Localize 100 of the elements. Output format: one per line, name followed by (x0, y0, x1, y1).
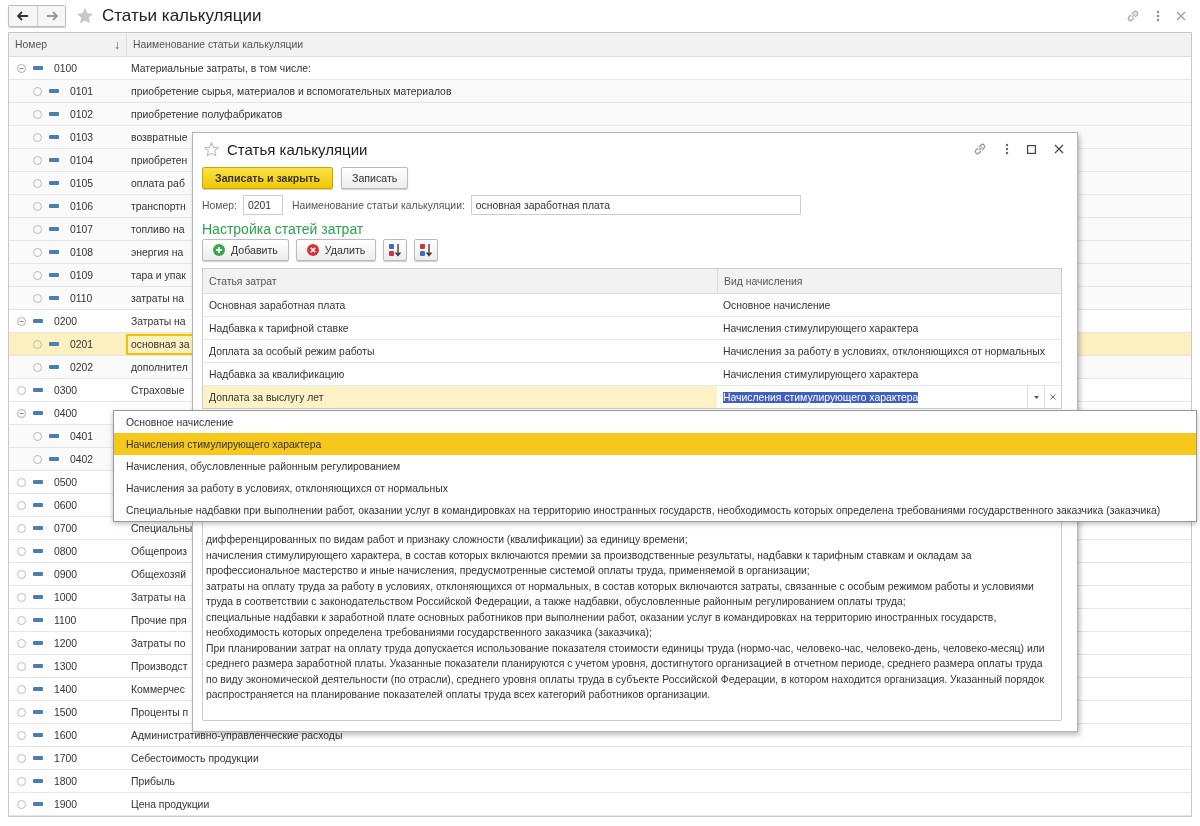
item-dash-icon (33, 66, 43, 70)
list-row[interactable]: 0102 приобретение полуфабрикатов (9, 103, 1191, 126)
item-dash-icon (33, 388, 43, 392)
leaf-circle-icon (33, 155, 42, 165)
number-field[interactable]: 0201 (242, 195, 283, 215)
column-header[interactable]: Наименование статьи калькуляции (126, 33, 1191, 56)
item-dash-icon (49, 342, 59, 346)
item-name: топливо на (130, 222, 186, 237)
item-dash-icon (49, 135, 59, 139)
item-code: 0104 (70, 154, 94, 166)
section-title: Настройка статей затрат (202, 221, 365, 237)
save-button[interactable]: Записать (341, 167, 409, 189)
delete-button[interactable]: Удалить (295, 239, 377, 261)
column-header[interactable]: Номер ↓ (9, 33, 126, 56)
item-dash-icon (33, 641, 43, 645)
dropdown-option[interactable]: Начисления, обусловленные районным регулированием (114, 455, 1196, 477)
leaf-circle-icon (17, 615, 26, 625)
clear-icon (1050, 394, 1056, 400)
item-name: приобретение сырья, материалов и вспомогательных материалов (130, 84, 453, 99)
save-and-close-button[interactable]: Записать и закрыть (202, 167, 333, 189)
collapse-icon[interactable] (17, 316, 26, 326)
item-dash-icon (33, 319, 43, 323)
item-dash-icon (33, 480, 43, 484)
leaf-circle-icon (33, 178, 42, 188)
dropdown-option[interactable]: Начисления стимулирующего характера (114, 433, 1196, 455)
description-paragraph: специальные надбавки к заработной плате основных работников при выполнении работ, оказании услуг в командировках на территорию иностранных государств, необходимость которых определена требованиями государственного заказчика (заказчика); (206, 610, 998, 640)
list-row[interactable]: 1800 Прибыль (9, 770, 1191, 793)
item-name: энергия на (130, 245, 185, 260)
item-code: 0102 (70, 108, 94, 120)
link-icon[interactable] (973, 142, 987, 156)
star-icon[interactable] (204, 141, 219, 157)
item-code: 0600 (54, 499, 78, 511)
leaf-circle-icon (17, 684, 26, 694)
name-field[interactable]: основная заработная плата (470, 195, 801, 215)
description-paragraph: начисления стимулирующего характера, в состав которых включаются премии за производственные результаты, надбавки к тарифным ставкам и окладам за профессиональное мастерство и иные начисления, предусмотренные системой оплаты труда, применяемой в организации; (206, 548, 973, 578)
dropdown-option[interactable]: Начисления за работу в условиях, отклоняющихся от нормальных (114, 477, 1196, 499)
item-code: 1700 (54, 752, 78, 764)
item-name: Прочие пря (130, 613, 188, 628)
link-icon[interactable] (1126, 9, 1140, 23)
item-name: затраты на (130, 291, 186, 306)
leaf-circle-icon (33, 109, 42, 119)
item-name: Затраты на (130, 590, 187, 605)
dropdown-option[interactable]: Основное начисление (114, 411, 1196, 433)
leaf-circle-icon (33, 201, 42, 211)
item-code: 0110 (70, 292, 93, 304)
item-dash-icon (33, 779, 43, 783)
maximize-icon[interactable] (1027, 144, 1036, 154)
page-title: Статьи калькуляции (102, 6, 262, 26)
sort-ascending-button[interactable] (383, 239, 408, 261)
item-dash-icon (33, 526, 43, 530)
item-dash-icon (33, 687, 43, 691)
field-label: Номер: (202, 199, 237, 211)
dialog-title: Статья калькуляции (227, 140, 368, 158)
collapse-icon[interactable] (17, 63, 26, 73)
add-button[interactable]: Добавить (202, 239, 289, 261)
item-code: 0101 (70, 85, 94, 97)
leaf-circle-icon (17, 546, 26, 556)
item-name: Коммерчес (130, 682, 186, 697)
item-dash-icon (49, 89, 59, 93)
accrual-edit-field[interactable]: Начисления стимулирующего характера (717, 386, 1061, 408)
close-icon[interactable] (1054, 144, 1064, 154)
dropdown-option[interactable]: Специальные надбавки при выполнении работ, оказании услуг в командировках на территорию иностранных государств, необходимость которых определена требованиями государственного заказчика (заказчика) (114, 499, 1196, 521)
list-row[interactable]: 1700 Себестоимость продукции (9, 747, 1191, 770)
list-row[interactable]: 1900 Цена продукции (9, 793, 1191, 816)
sort-descending-button[interactable] (414, 239, 439, 261)
list-row[interactable]: 0101 приобретение сырья, материалов и вспомогательных материалов (9, 80, 1191, 103)
column-header[interactable]: Статья затрат (203, 269, 717, 293)
item-name: Специальны (130, 521, 194, 536)
item-code: 0108 (70, 246, 94, 258)
table-row[interactable]: Доплата за выслугу лет Начисления стимулирующего характера (203, 386, 1061, 408)
table-cell: Начисления стимулирующего характера (723, 368, 919, 380)
item-name: возвратные (130, 130, 189, 145)
table-cell: Основная заработная плата (209, 299, 346, 311)
item-code: 1800 (54, 775, 78, 787)
item-name: Проценты п (130, 705, 190, 720)
item-dash-icon (49, 181, 59, 185)
item-dash-icon (49, 273, 59, 277)
column-header[interactable]: Вид начисления (717, 269, 1061, 293)
table-row[interactable]: Доплата за особый режим работы Начисления за работу в условиях, отклоняющихся от нормальных (203, 340, 1061, 363)
item-code: 0107 (70, 223, 94, 235)
table-row[interactable]: Надбавка к тарифной ставке Начисления стимулирующего характера (203, 317, 1061, 340)
more-icon[interactable] (1005, 143, 1009, 155)
leaf-circle-icon (17, 523, 26, 533)
item-code: 0400 (54, 407, 78, 419)
leaf-circle-icon (17, 638, 26, 648)
back-button[interactable] (9, 6, 37, 26)
item-name: тара и упак (130, 268, 187, 283)
item-dash-icon (49, 112, 59, 116)
item-name: Прибыль (130, 774, 176, 789)
item-name: приобретен (130, 153, 189, 168)
item-name: Административно-управленческие расходы (130, 728, 344, 743)
item-dash-icon (33, 411, 43, 415)
table-cell: Начисления стимулирующего характера (723, 322, 919, 334)
star-icon[interactable] (76, 7, 94, 25)
forward-arrow-icon (45, 11, 58, 21)
item-dash-icon (49, 158, 59, 162)
collapse-icon[interactable] (17, 408, 26, 418)
more-icon[interactable] (1156, 10, 1160, 22)
table-cell: Доплата за выслугу лет (209, 391, 324, 403)
table-row[interactable]: Основная заработная плата Основное начисление (203, 294, 1061, 317)
